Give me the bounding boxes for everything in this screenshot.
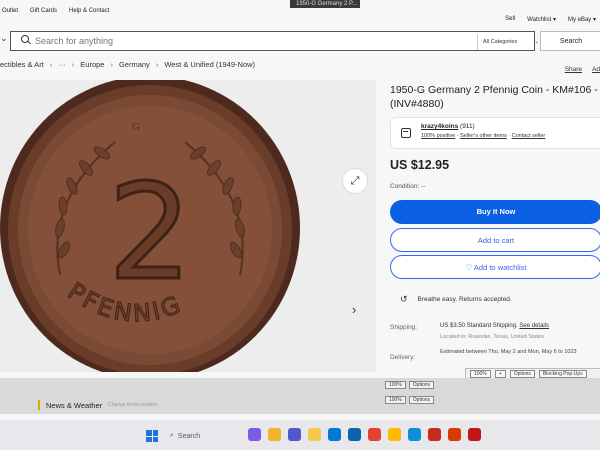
seller-feedback-count: (911) bbox=[460, 123, 475, 130]
share-links: Share Ad bbox=[565, 66, 600, 73]
top-nav-links: Outlet Gift Cards Help & Contact bbox=[0, 8, 109, 18]
search-box: All Categories ⌄ bbox=[10, 31, 539, 51]
browser-tab[interactable]: 1950-G Germany 2 P... bbox=[290, 0, 360, 8]
top-nav-right: Sell Watchlist ▾ My eBay ▾ bbox=[505, 16, 600, 23]
add-to-list-link[interactable]: Ad bbox=[592, 66, 600, 73]
shipping-details-link[interactable]: See details bbox=[519, 323, 549, 329]
returns-text: Breathe easy. Returns accepted. bbox=[417, 296, 512, 303]
breadcrumb-separator: › bbox=[155, 60, 159, 69]
category-select-value: All Categories bbox=[483, 39, 518, 45]
seller-name-row: krazy4koins (911) bbox=[421, 123, 475, 130]
seller-other-items-link[interactable]: Seller's other items bbox=[460, 133, 507, 139]
taskbar-search-label: Search bbox=[177, 432, 201, 440]
breadcrumb-separator: › bbox=[49, 60, 53, 69]
weather-label: News & Weather bbox=[46, 400, 103, 410]
add-to-watchlist-button[interactable]: ♡ Add to watchlist bbox=[390, 255, 600, 279]
item-title: 1950-G Germany 2 Pfennig Coin - KM#106 -… bbox=[390, 84, 598, 110]
mini-toolbar: 100% Options bbox=[385, 396, 435, 404]
solitaire-icon[interactable] bbox=[428, 428, 441, 441]
mcafee-icon[interactable] bbox=[468, 428, 481, 441]
shipping-info: US $3.50 Standard Shipping. See details bbox=[440, 323, 549, 329]
coin-numeral: 2 bbox=[108, 156, 192, 310]
outlet-link[interactable]: Outlet bbox=[2, 8, 18, 18]
breadcrumb-item[interactable]: Europe bbox=[80, 60, 104, 69]
store-icon bbox=[401, 128, 411, 138]
chevron-down-icon[interactable]: ⌄ bbox=[0, 33, 10, 47]
mini-toolbar: 100% Options bbox=[385, 381, 435, 389]
folder-icon[interactable] bbox=[308, 428, 321, 441]
norton-icon[interactable] bbox=[388, 428, 401, 441]
seller-name[interactable]: krazy4koins bbox=[421, 123, 458, 130]
category-select[interactable]: All Categories ⌄ bbox=[477, 34, 545, 50]
breadcrumb-separator: › bbox=[110, 60, 113, 69]
shipping-label: Shipping: bbox=[390, 324, 418, 331]
breadcrumb-item[interactable]: Germany bbox=[119, 60, 150, 69]
item-location: Located in: Roanoke, Texas, United State… bbox=[440, 334, 544, 340]
share-link[interactable]: Share bbox=[565, 66, 582, 73]
news-weather-widget[interactable]: News & Weather Change items location bbox=[38, 400, 158, 410]
buy-it-now-button[interactable]: Buy It Now bbox=[390, 200, 600, 224]
delivery-estimate: Estimated between Thu, May 2 and Mon, Ma… bbox=[440, 349, 577, 355]
breadcrumb-item[interactable]: West & Unified (1949-Now) bbox=[164, 60, 255, 69]
search-row: ⌄ All Categories ⌄ Search bbox=[0, 29, 600, 53]
watchlist-link[interactable]: Watchlist ▾ bbox=[527, 16, 556, 23]
search-icon bbox=[21, 35, 33, 47]
help-contact-link[interactable]: Help & Contact bbox=[69, 8, 109, 18]
edge-icon[interactable] bbox=[408, 428, 421, 441]
seller-meta: 100% positive · Seller's other items · C… bbox=[421, 133, 546, 139]
expand-icon[interactable]: ⤢ bbox=[343, 169, 367, 193]
windows-start-icon[interactable] bbox=[146, 430, 158, 442]
chevron-down-icon: ⌄ bbox=[534, 39, 539, 45]
options-button[interactable]: Options bbox=[509, 370, 535, 378]
search-button[interactable]: Search bbox=[540, 31, 600, 51]
photos-icon[interactable] bbox=[248, 428, 261, 441]
options-button[interactable]: Options bbox=[408, 396, 435, 404]
teams-icon[interactable] bbox=[288, 428, 301, 441]
weather-icon bbox=[38, 400, 40, 410]
coin-image: G 2 PFENNIG bbox=[0, 80, 300, 372]
breadcrumb-item[interactable]: ectibles & Art bbox=[0, 60, 44, 69]
breadcrumb-more[interactable]: ··· bbox=[58, 60, 66, 69]
chevron-right-icon[interactable]: › bbox=[352, 302, 356, 317]
file-explorer-icon[interactable] bbox=[268, 428, 281, 441]
item-condition: Condition: -- bbox=[390, 183, 426, 190]
store-icon[interactable] bbox=[328, 428, 341, 441]
office-icon[interactable] bbox=[448, 428, 461, 441]
mail-icon[interactable] bbox=[348, 428, 361, 441]
zoom-level[interactable]: 100% bbox=[385, 381, 406, 389]
item-price: US $12.95 bbox=[390, 158, 450, 172]
seller-card: krazy4koins (911) 100% positive · Seller… bbox=[390, 117, 600, 149]
breadcrumb-separator: › bbox=[71, 60, 75, 69]
taskbar-apps bbox=[248, 428, 481, 441]
gift-cards-link[interactable]: Gift Cards bbox=[30, 8, 57, 18]
seller-positive-link[interactable]: 100% positive bbox=[421, 133, 455, 139]
item-image-panel[interactable]: G 2 PFENNIG ⤢ › bbox=[0, 80, 376, 372]
zoom-in-button[interactable]: + bbox=[494, 370, 506, 378]
zoom-level[interactable]: 100% bbox=[470, 370, 491, 378]
windows-taskbar: ⌕ Search bbox=[0, 420, 600, 450]
delivery-label: Delivery: bbox=[390, 354, 416, 361]
browser-screen: 1950-G Germany 2 P... Outlet Gift Cards … bbox=[0, 0, 600, 420]
return-arrow-icon: ↺ bbox=[400, 294, 408, 304]
sell-link[interactable]: Sell bbox=[505, 16, 515, 23]
add-to-cart-button[interactable]: Add to cart bbox=[390, 228, 600, 252]
contact-seller-link[interactable]: Contact seller bbox=[512, 133, 546, 139]
weather-sub-label: Change items location bbox=[108, 402, 158, 408]
chrome-icon[interactable] bbox=[368, 428, 381, 441]
my-ebay-link[interactable]: My eBay ▾ bbox=[568, 16, 596, 23]
search-input[interactable] bbox=[35, 36, 455, 46]
taskbar-search[interactable]: ⌕ Search bbox=[170, 432, 200, 440]
shipping-cost: US $3.50 Standard Shipping. bbox=[440, 323, 518, 329]
returns-info: ↺ Breathe easy. Returns accepted. bbox=[400, 294, 512, 305]
svg-text:G: G bbox=[132, 121, 140, 133]
options-button[interactable]: Options bbox=[408, 381, 435, 389]
search-icon: ⌕ bbox=[170, 432, 174, 439]
zoom-level[interactable]: 100% bbox=[385, 396, 406, 404]
breadcrumb: ectibles & Art › ··· › Europe › Germany … bbox=[0, 60, 255, 69]
blocking-popups-button[interactable]: Blocking Pop-Ups bbox=[538, 370, 587, 378]
